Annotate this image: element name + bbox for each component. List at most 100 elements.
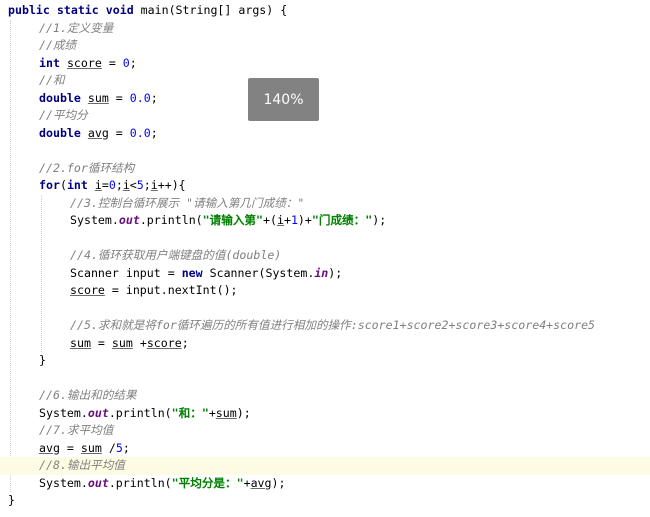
code-line-content: Scanner input = new Scanner(System.in); — [70, 265, 342, 283]
keyword: new — [181, 265, 203, 280]
code-text: +( — [263, 213, 277, 227]
code-line[interactable]: double sum = 0.0; — [0, 90, 650, 108]
comment: //8.输出平均值 — [39, 458, 125, 472]
code-line[interactable]: //平均分 — [0, 107, 650, 125]
code-text: ; — [150, 90, 158, 105]
code-line[interactable]: System.out.println("和："+sum); — [0, 405, 650, 423]
variable: sum — [215, 405, 237, 420]
code-text: = — [101, 178, 109, 192]
code-line[interactable]: int score = 0; — [0, 55, 650, 73]
code-text: = input.nextInt(); — [104, 283, 238, 297]
code-text: + — [243, 475, 251, 490]
code-line[interactable]: public static void main(String[] args) { — [0, 2, 650, 20]
code-line[interactable]: //7.求平均值 — [0, 422, 650, 440]
code-line-content: int score = 0; — [39, 55, 137, 73]
keyword: double — [39, 125, 81, 140]
code-line-current[interactable]: //8.输出平均值 — [0, 457, 650, 475]
variable: score — [70, 283, 105, 297]
code-text: + — [132, 335, 147, 350]
comment: //4.循环获取用户端键盘的值(double) — [70, 248, 282, 262]
code-line-content: sum = sum +score; — [70, 335, 189, 353]
code-line[interactable] — [0, 142, 650, 160]
code-text: = — [108, 90, 130, 105]
keyword: public — [8, 3, 50, 17]
comment: //平均分 — [39, 108, 88, 122]
code-line[interactable]: //1.定义变量 — [0, 20, 650, 38]
variable: avg — [87, 125, 109, 140]
code-line-content: //4.循环获取用户端键盘的值(double) — [70, 247, 281, 265]
code-text: = — [108, 125, 130, 140]
code-text: ++){ — [157, 178, 186, 192]
number-literal: 1 — [290, 213, 298, 227]
code-line[interactable]: //3.控制台循环展示 "请输入第几门成绩：" — [0, 195, 650, 213]
keyword: int — [66, 178, 88, 192]
code-line[interactable]: } — [0, 492, 650, 510]
code-line[interactable]: //和 — [0, 72, 650, 90]
number-literal: 0.0 — [129, 90, 151, 105]
variable: sum — [80, 440, 102, 455]
code-text: .println( — [139, 213, 203, 227]
static-field: out — [87, 405, 109, 420]
code-line[interactable]: double avg = 0.0; — [0, 125, 650, 143]
code-text: Scanner(System. — [202, 265, 315, 280]
code-text: System. — [70, 213, 119, 227]
code-line[interactable]: System.out.println("平均分是："+avg); — [0, 475, 650, 493]
comment: //和 — [39, 73, 65, 87]
code-line[interactable]: //6.输出和的结果 — [0, 387, 650, 405]
number-literal: 0.0 — [129, 125, 151, 140]
code-line-content: //5.求和就是将for循环遍历的所有值进行相加的操作:score1+score… — [70, 317, 595, 335]
code-text: < — [129, 178, 137, 192]
comment: //1.定义变量 — [39, 20, 114, 35]
code-text: } — [39, 353, 46, 367]
code-text: + — [283, 213, 291, 227]
code-editor[interactable]: public static void main(String[] args) {… — [0, 0, 650, 517]
code-line[interactable]: //2.for循环结构 — [0, 160, 650, 178]
string-literal: "请输入第" — [202, 213, 263, 227]
code-text: ; — [181, 335, 189, 350]
code-line-content: avg = sum /5; — [39, 440, 130, 458]
code-line[interactable]: sum = sum +score; — [0, 335, 650, 353]
static-field: out — [87, 475, 109, 490]
code-line[interactable] — [0, 300, 650, 318]
code-line[interactable]: //成绩 — [0, 37, 650, 55]
code-line-content: System.out.println("和："+sum); — [39, 405, 251, 423]
number-literal: 5 — [136, 178, 144, 192]
code-line-content: System.out.println("平均分是："+avg); — [39, 475, 286, 493]
keyword: for — [39, 178, 60, 192]
comment: //2.for循环结构 — [39, 160, 135, 175]
variable: score — [66, 55, 102, 70]
static-field: in — [314, 265, 329, 280]
code-text: = — [101, 55, 123, 70]
code-line[interactable]: score = input.nextInt(); — [0, 282, 650, 300]
comment: //成绩 — [39, 38, 77, 52]
keyword: double — [39, 90, 81, 105]
code-line[interactable]: //5.求和就是将for循环遍历的所有值进行相加的操作:score1+score… — [0, 317, 650, 335]
code-text: = — [90, 335, 112, 350]
string-literal: "门成绩：" — [311, 213, 373, 227]
code-text: ; — [129, 55, 137, 70]
code-text: ); — [271, 475, 286, 490]
code-text: = — [59, 440, 81, 455]
code-line[interactable] — [0, 370, 650, 388]
code-line[interactable]: for(int i=0;i<5;i++){ — [0, 177, 650, 195]
code-text: Scanner input = — [70, 265, 182, 280]
code-line[interactable]: avg = sum /5; — [0, 440, 650, 458]
number-literal: 0 — [108, 178, 116, 192]
static-field: out — [118, 213, 140, 227]
code-line-content: double sum = 0.0; — [39, 90, 158, 108]
code-line[interactable]: System.out.println("请输入第"+(i+1)+"门成绩："); — [0, 212, 650, 230]
code-text: ; — [115, 178, 123, 192]
code-line[interactable] — [0, 230, 650, 248]
code-line-content: for(int i=0;i<5;i++){ — [39, 177, 186, 195]
variable: avg — [250, 475, 272, 490]
code-text: ); — [328, 265, 343, 280]
code-line[interactable]: } — [0, 352, 650, 370]
code-line[interactable]: Scanner input = new Scanner(System.in); — [0, 265, 650, 283]
code-line-content: } — [39, 352, 46, 370]
code-line[interactable]: //4.循环获取用户端键盘的值(double) — [0, 247, 650, 265]
comment: //6.输出和的结果 — [39, 388, 137, 402]
